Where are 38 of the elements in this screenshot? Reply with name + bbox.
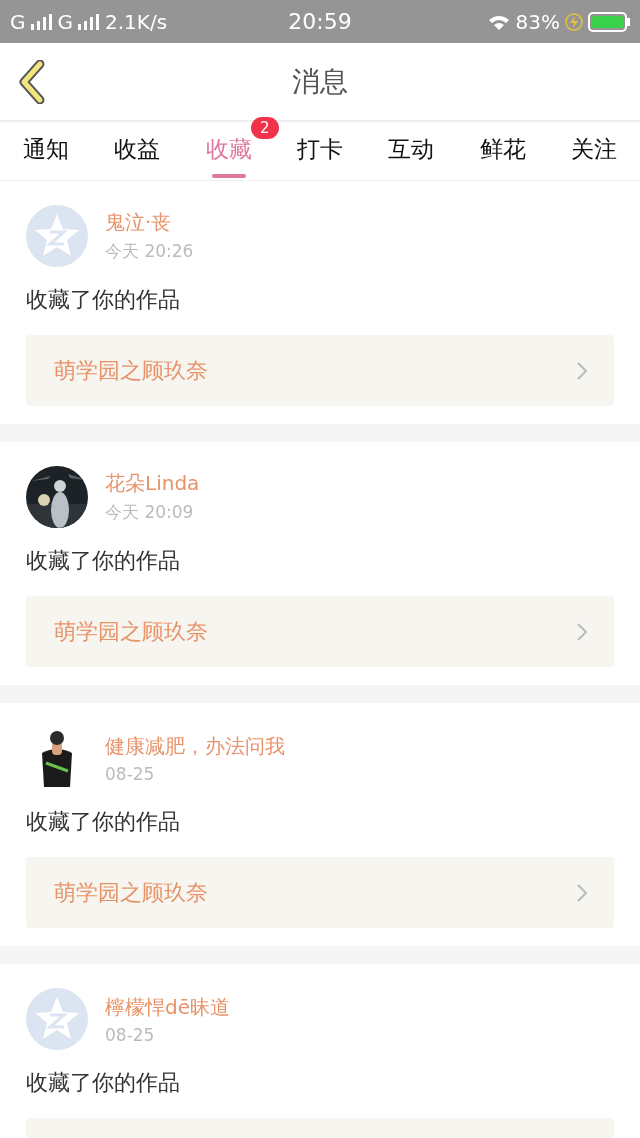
work-link[interactable]: 萌学园之顾玖奈	[26, 335, 614, 406]
signal-icon	[78, 13, 100, 30]
user-name[interactable]: 檸檬悍dē昧道	[105, 993, 230, 1021]
battery-percent: 83%	[515, 9, 560, 34]
timestamp: 今天 20:26	[105, 240, 194, 263]
message-text: 收藏了你的作品	[26, 286, 181, 314]
clock: 20:59	[287, 9, 353, 34]
user-name[interactable]: 鬼泣·丧	[105, 209, 194, 236]
count-badge: 2	[251, 117, 279, 139]
timestamp: 08-25	[105, 763, 156, 784]
user-name[interactable]: 花朵Linda	[105, 470, 200, 497]
tab[interactable]: 收藏	[205, 122, 252, 178]
work-link[interactable]: 萌学园之顾玖奈	[26, 857, 614, 928]
message-text: 收藏了你的作品	[26, 1069, 181, 1097]
timestamp: 08-25	[105, 1024, 156, 1045]
signal-icon	[30, 13, 53, 30]
work-link[interactable]: 萌学园之顾玖奈	[26, 596, 614, 667]
page-title: 消息	[292, 63, 348, 100]
chevron-icon	[576, 360, 588, 381]
tab[interactable]: 鲜花	[479, 122, 526, 178]
message-text: 收藏了你的作品	[26, 547, 181, 575]
chevron-icon	[576, 882, 588, 903]
avatar-icon	[26, 988, 88, 1050]
tab[interactable]: 通知	[22, 122, 69, 178]
tab[interactable]: 关注	[571, 122, 618, 178]
message-text: 收藏了你的作品	[26, 808, 181, 836]
battery-icon	[588, 11, 630, 32]
carrier-label: G	[10, 9, 26, 34]
tab[interactable]: 收益	[114, 122, 161, 178]
timestamp: 今天 20:09	[105, 501, 195, 524]
charging-icon	[565, 12, 583, 31]
carrier-label: G	[57, 9, 73, 34]
avatar-icon	[26, 205, 88, 267]
chevron-icon	[576, 621, 588, 642]
tab[interactable]: 打卡	[296, 122, 343, 178]
user-name[interactable]: 健康减肥，办法问我	[105, 732, 285, 760]
tab[interactable]: 互动	[388, 122, 435, 178]
network-speed: 2.1K/s	[105, 9, 168, 34]
